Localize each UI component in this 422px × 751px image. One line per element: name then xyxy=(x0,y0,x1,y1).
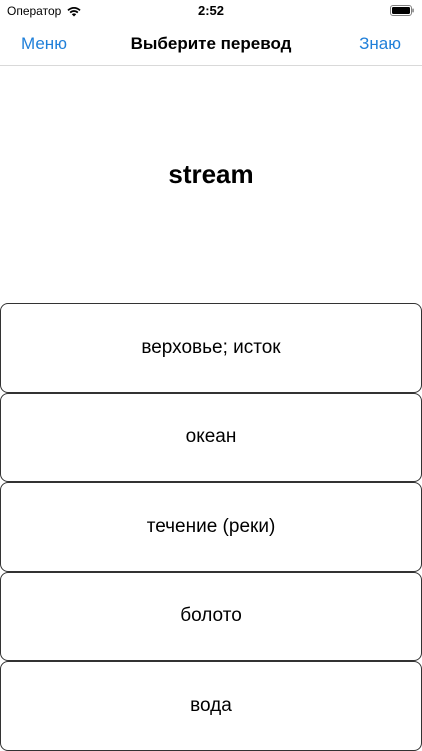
answer-option-5[interactable]: вода xyxy=(0,661,422,751)
status-time: 2:52 xyxy=(197,3,225,18)
answer-options: верховье; исток океан течение (реки) бол… xyxy=(0,303,422,751)
battery-icon xyxy=(390,5,414,16)
navigation-bar: Меню Выберите перевод Знаю xyxy=(0,22,422,66)
know-button[interactable]: Знаю xyxy=(359,34,401,54)
quiz-word: stream xyxy=(168,159,254,189)
status-bar: Оператор 2:52 xyxy=(0,0,422,22)
answer-option-3[interactable]: течение (реки) xyxy=(0,482,422,572)
answer-option-2[interactable]: океан xyxy=(0,392,422,482)
answer-option-4[interactable]: болото xyxy=(0,571,422,661)
answer-option-1[interactable]: верховье; исток xyxy=(0,303,422,393)
